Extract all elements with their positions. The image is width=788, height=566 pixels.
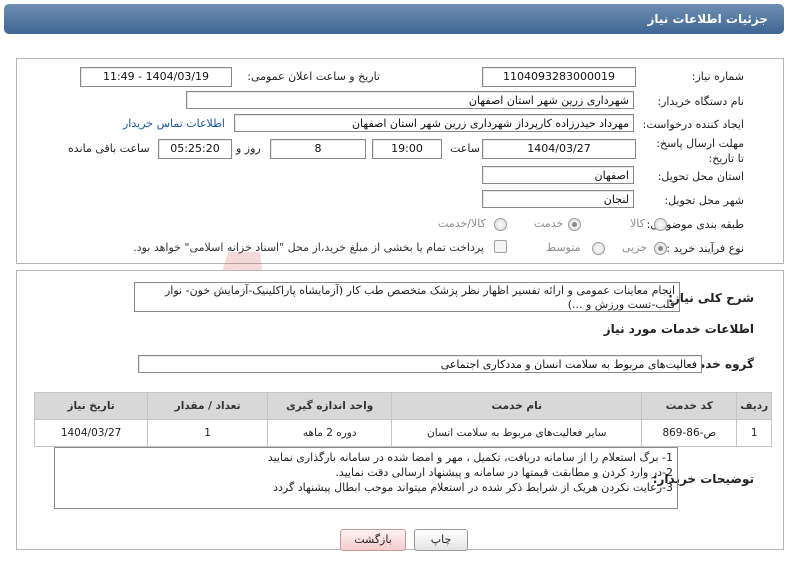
remaining-time-field: 05:25:20 <box>158 139 232 159</box>
remaining-days-field: 8 <box>270 139 366 159</box>
col-service-code: کد خدمت <box>641 392 738 420</box>
description-label: شرح کلی نیاز: <box>668 291 754 305</box>
col-unit: واحد اندازه گیری <box>267 392 393 420</box>
category-goods-service-radio[interactable] <box>494 218 507 231</box>
table-row: 1 ص-86-869 سایر فعالیت‌های مربوط به سلام… <box>33 419 772 447</box>
cell-quantity: 1 <box>147 419 269 447</box>
deadline-label: مهلت ارسال پاسخ: تا تاریخ: <box>656 137 744 165</box>
col-service-name: نام خدمت <box>391 392 643 420</box>
request-creator-label: ایجاد کننده درخواست: <box>642 118 744 131</box>
description-text: انجام معاینات عمومی و ارائه تفسیر اظهار … <box>134 282 680 312</box>
buyer-note-line: 3-رعایت نکردن هریک از شرایط ذکر شده در ا… <box>273 481 673 494</box>
purchase-process-label: نوع فرآیند خرید : <box>666 242 744 255</box>
service-group-field: فعالیت‌های مربوط به سلامت انسان و مددکار… <box>138 355 702 373</box>
delivery-province-label: استان محل تحویل: <box>657 170 744 183</box>
buyer-org-label: نام دستگاه خریدار: <box>657 95 744 108</box>
services-table: ردیف کد خدمت نام خدمت واحد اندازه گیری ت… <box>33 392 772 447</box>
category-service-label: خدمت <box>534 217 564 230</box>
table-header-row: ردیف کد خدمت نام خدمت واحد اندازه گیری ت… <box>33 392 772 420</box>
deadline-date-field: 1404/03/27 <box>482 139 636 159</box>
col-need-date: تاریخ نیاز <box>33 392 149 420</box>
cell-need-date: 1404/03/27 <box>33 419 149 447</box>
buyer-contact-link[interactable]: اطلاعات تماس خریدار <box>123 117 225 130</box>
print-button[interactable]: چاپ <box>414 529 468 551</box>
process-minor-label: جزیی <box>622 241 648 254</box>
services-heading: اطلاعات خدمات مورد نیاز <box>603 322 754 336</box>
col-quantity: تعداد / مقدار <box>147 392 269 420</box>
need-number-label: شماره نیاز: <box>691 70 744 83</box>
deadline-time-field: 19:00 <box>372 139 442 159</box>
cell-row: 1 <box>736 419 772 447</box>
cell-service-code: ص-86-869 <box>641 419 738 447</box>
delivery-province-field: اصفهان <box>482 166 634 184</box>
buyer-note-line: 1- برگ استعلام را از سامانه دریافت، تکمی… <box>267 451 673 464</box>
buyer-org-field: شهرداری زرین شهر استان اصفهان <box>186 91 634 109</box>
announce-date-label: تاریخ و ساعت اعلان عمومی: <box>247 70 380 83</box>
back-button[interactable]: بازگشت <box>340 529 406 551</box>
header-bar: جزئیات اطلاعات نیاز <box>4 4 784 34</box>
process-medium-radio[interactable] <box>592 242 605 255</box>
deadline-time-label: ساعت <box>450 142 480 155</box>
buyer-note-line: 2-در وارد کردن و مطابقت قیمتها در سامانه… <box>335 466 673 479</box>
process-minor-radio[interactable] <box>654 242 667 255</box>
cell-service-name: سایر فعالیت‌های مربوط به سلامت انسان <box>391 419 643 447</box>
request-creator-field: مهرداد حیدرزاده کارپرداز شهرداری زرین شه… <box>234 114 634 132</box>
announce-date-field: 1404/03/19 - 11:49 <box>80 67 232 87</box>
page-title: جزئیات اطلاعات نیاز <box>647 12 768 26</box>
category-goods-label: کالا <box>630 217 645 230</box>
need-number-field: 1104093283000019 <box>482 67 636 87</box>
category-goods-radio[interactable] <box>654 218 667 231</box>
remaining-time-label: ساعت باقی مانده <box>68 142 150 155</box>
category-goods-service-label: کالا/خدمت <box>438 217 486 230</box>
col-row: ردیف <box>736 392 772 420</box>
treasury-payment-checkbox[interactable] <box>494 240 507 253</box>
delivery-city-field: لنجان <box>482 190 634 208</box>
process-medium-label: متوسط <box>546 241 581 254</box>
treasury-payment-note: پرداخت تمام یا بخشی از مبلغ خرید،از محل … <box>133 241 484 254</box>
delivery-city-label: شهر محل تحویل: <box>664 194 744 207</box>
category-service-radio[interactable] <box>568 218 581 231</box>
buyer-notes-box: 1- برگ استعلام را از سامانه دریافت، تکمی… <box>54 447 678 509</box>
remaining-days-label: روز و <box>236 142 261 155</box>
cell-unit: دوره 2 ماهه <box>267 419 393 447</box>
